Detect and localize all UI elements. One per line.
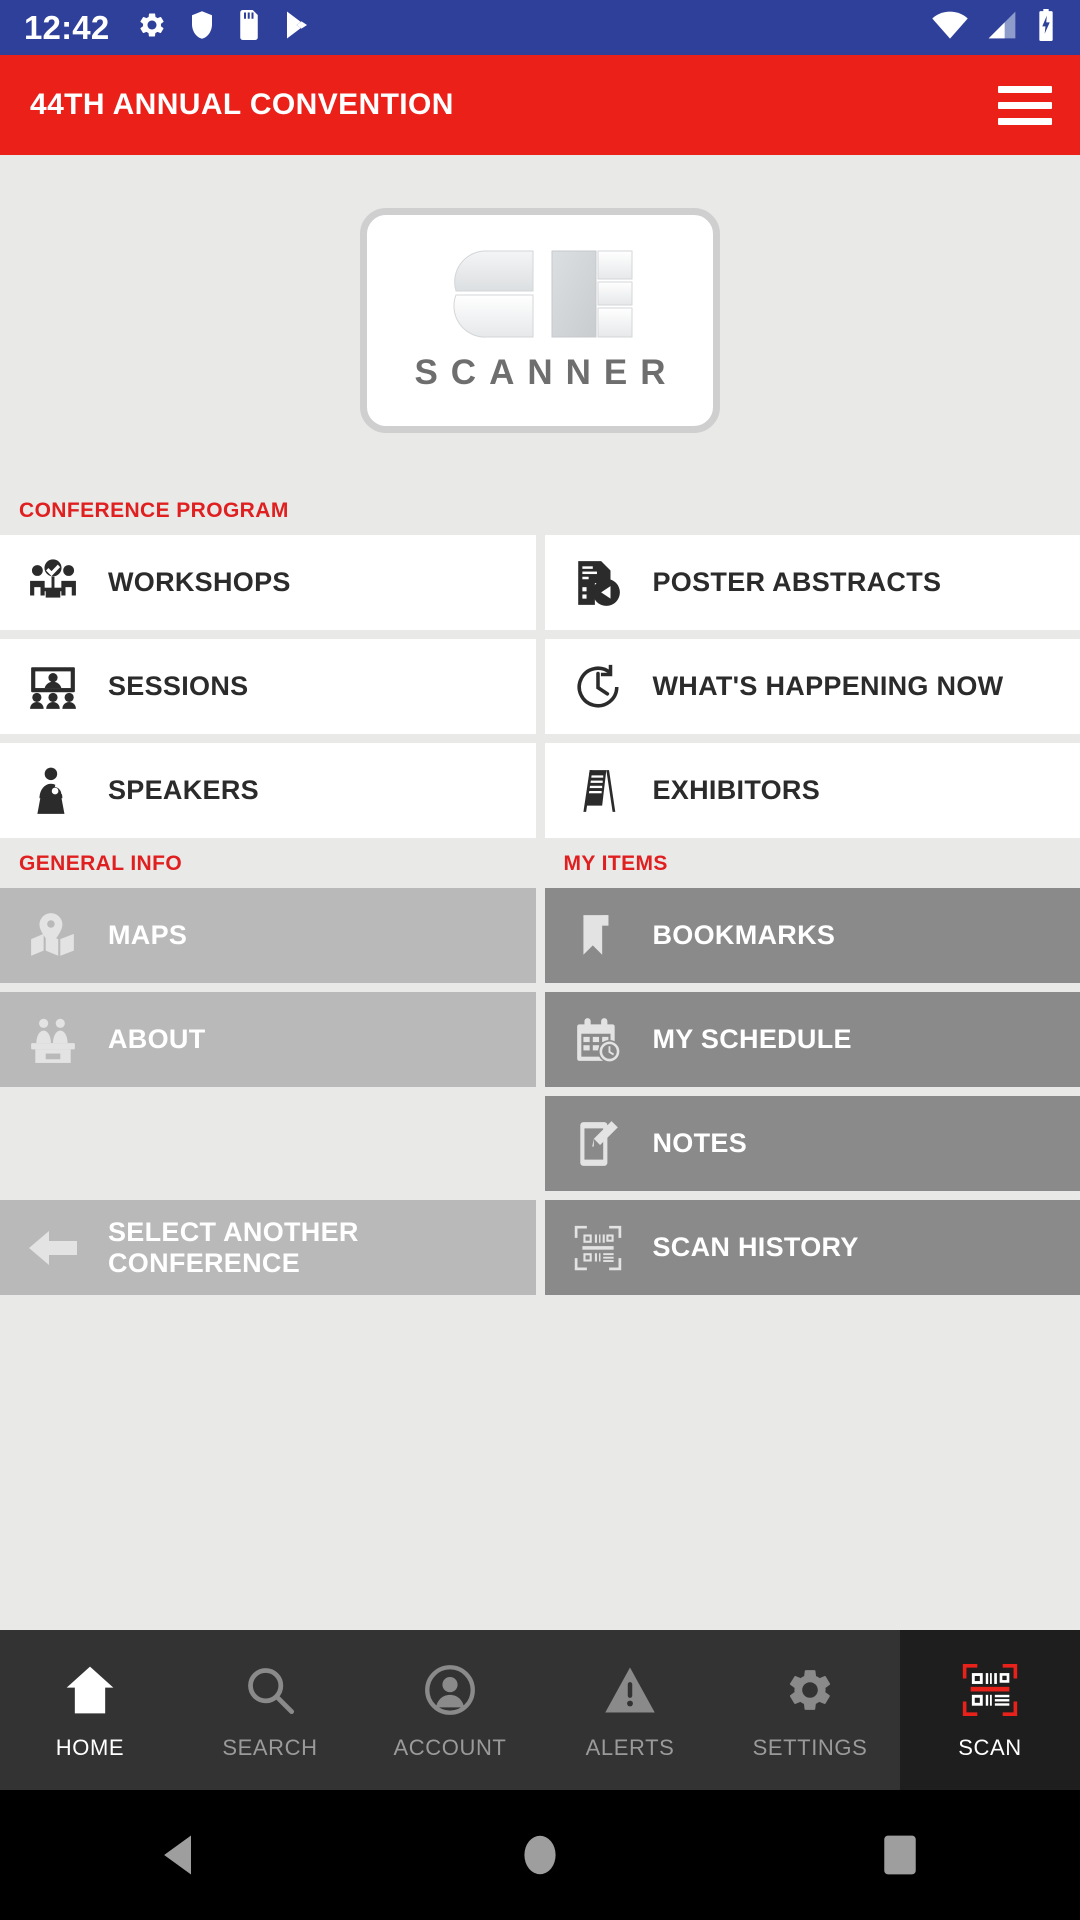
menu-item-label: SCAN HISTORY: [652, 1232, 859, 1263]
menu-item-label: EXHIBITORS: [652, 775, 821, 806]
conference-program-right-column: POSTER ABSTRACTS WHAT'S HAPPENING NOW EX…: [544, 535, 1080, 838]
menu-item-label: NOTES: [652, 1128, 748, 1159]
tab-search[interactable]: SEARCH: [180, 1630, 360, 1790]
gear-icon: [784, 1659, 836, 1721]
clock-icon: [567, 662, 629, 712]
tab-account[interactable]: ACCOUNT: [360, 1630, 540, 1790]
menu-item-scan-history[interactable]: SCAN HISTORY: [544, 1200, 1080, 1295]
tab-label: HOME: [55, 1735, 125, 1760]
qr-scan-icon: [961, 1659, 1019, 1721]
poster-abstracts-icon: [567, 558, 629, 608]
sd-card-icon: [237, 10, 261, 45]
app-header-bar: 44TH ANNUAL CONVENTION: [0, 55, 1080, 155]
android-status-bar: 12:42: [0, 0, 1080, 55]
menu-item-label: WORKSHOPS: [108, 567, 291, 598]
calendar-clock-icon: [567, 1015, 629, 1065]
notes-pencil-icon: [567, 1119, 629, 1169]
grid-empty-slot: [0, 1096, 536, 1191]
exhibitors-icon: [567, 766, 629, 816]
menu-item-whats-happening-now[interactable]: WHAT'S HAPPENING NOW: [544, 639, 1080, 734]
status-bar-notification-icons: [137, 10, 311, 45]
tab-label: ALERTS: [585, 1735, 675, 1760]
recents-square-icon[interactable]: [835, 1790, 965, 1920]
section-label-conference-program: CONFERENCE PROGRAM: [19, 499, 289, 522]
wifi-icon: [932, 10, 968, 45]
workshops-icon: [22, 558, 84, 608]
alert-triangle-icon: [603, 1659, 657, 1721]
tab-home[interactable]: HOME: [0, 1630, 180, 1790]
menu-item-label: ABOUT: [108, 1024, 206, 1055]
menu-item-label: WHAT'S HAPPENING NOW: [652, 671, 1004, 702]
account-icon: [424, 1659, 476, 1721]
sessions-icon: [22, 662, 84, 712]
section-label-general-info: GENERAL INFO: [19, 852, 183, 875]
status-bar-system-icons: [932, 9, 1056, 46]
status-bar-clock: 12:42: [24, 9, 110, 46]
menu-item-label: POSTER ABSTRACTS: [652, 567, 942, 598]
scanner-logo-card: SCANNER: [360, 207, 720, 433]
bottom-tab-bar: HOME SEARCH ACCOUNT ALERTS SETTINGS SCAN: [0, 1630, 1080, 1790]
tab-scan[interactable]: SCAN: [900, 1630, 1080, 1790]
menu-item-label: MY SCHEDULE: [652, 1024, 852, 1055]
back-arrow-icon: [22, 1226, 84, 1270]
cell-signal-icon: [986, 10, 1018, 45]
back-icon[interactable]: [115, 1790, 245, 1920]
tab-label: SCAN: [958, 1735, 1022, 1760]
menu-item-my-schedule[interactable]: MY SCHEDULE: [544, 992, 1080, 1087]
menu-item-notes[interactable]: NOTES: [544, 1096, 1080, 1191]
menu-item-label: MAPS: [108, 920, 188, 951]
menu-item-exhibitors[interactable]: EXHIBITORS: [544, 743, 1080, 838]
shield-icon: [189, 10, 215, 45]
menu-item-speakers[interactable]: SPEAKERS: [0, 743, 536, 838]
menu-item-label: SESSIONS: [108, 671, 249, 702]
menu-item-label: SELECT ANOTHER CONFERENCE: [108, 1217, 359, 1278]
home-menu-grid: CONFERENCE PROGRAM WORKSHOPS SESSIONS SP…: [0, 485, 1080, 1295]
menu-item-sessions[interactable]: SESSIONS: [0, 639, 536, 734]
ce-monogram-icon: [440, 247, 640, 345]
qr-scan-icon: [567, 1223, 629, 1273]
tab-alerts[interactable]: ALERTS: [540, 1630, 720, 1790]
menu-item-label: SPEAKERS: [108, 775, 259, 806]
page-title: 44TH ANNUAL CONVENTION: [30, 88, 454, 121]
general-info-column: MAPS ABOUT SELECT ANOTHER CONFERENCE: [0, 888, 536, 1295]
tab-settings[interactable]: SETTINGS: [720, 1630, 900, 1790]
menu-item-maps[interactable]: MAPS: [0, 888, 536, 983]
info-desk-icon: [22, 1015, 84, 1065]
android-navigation-bar: [0, 1790, 1080, 1920]
speakers-icon: [22, 766, 84, 816]
menu-item-workshops[interactable]: WORKSHOPS: [0, 535, 536, 630]
gear-icon: [137, 10, 167, 45]
app-logo-area: SCANNER: [0, 155, 1080, 485]
bookmark-icon: [567, 911, 629, 961]
phone-screen: 12:42 44TH ANNUAL CONVENTION SCANNER CON…: [0, 0, 1080, 1920]
home-icon: [62, 1659, 118, 1721]
map-pin-icon: [22, 911, 84, 961]
search-icon: [244, 1659, 296, 1721]
menu-item-label: BOOKMARKS: [652, 920, 836, 951]
conference-program-left-column: WORKSHOPS SESSIONS SPEAKERS: [0, 535, 536, 838]
tab-label: ACCOUNT: [393, 1735, 507, 1760]
section-label-my-items: MY ITEMS: [563, 852, 668, 875]
battery-charging-icon: [1036, 9, 1056, 46]
home-circle-icon[interactable]: [475, 1790, 605, 1920]
my-items-column: BOOKMARKS MY SCHEDULE NOTES SCAN HISTORY: [544, 888, 1080, 1295]
play-store-icon: [283, 10, 311, 45]
menu-item-poster-abstracts[interactable]: POSTER ABSTRACTS: [544, 535, 1080, 630]
hamburger-menu-icon[interactable]: [998, 80, 1052, 131]
tab-label: SETTINGS: [752, 1735, 868, 1760]
menu-item-about[interactable]: ABOUT: [0, 992, 536, 1087]
menu-item-select-another-conference[interactable]: SELECT ANOTHER CONFERENCE: [0, 1200, 536, 1295]
scanner-wordmark: SCANNER: [414, 353, 679, 392]
menu-item-bookmarks[interactable]: BOOKMARKS: [544, 888, 1080, 983]
tab-label: SEARCH: [222, 1735, 318, 1760]
